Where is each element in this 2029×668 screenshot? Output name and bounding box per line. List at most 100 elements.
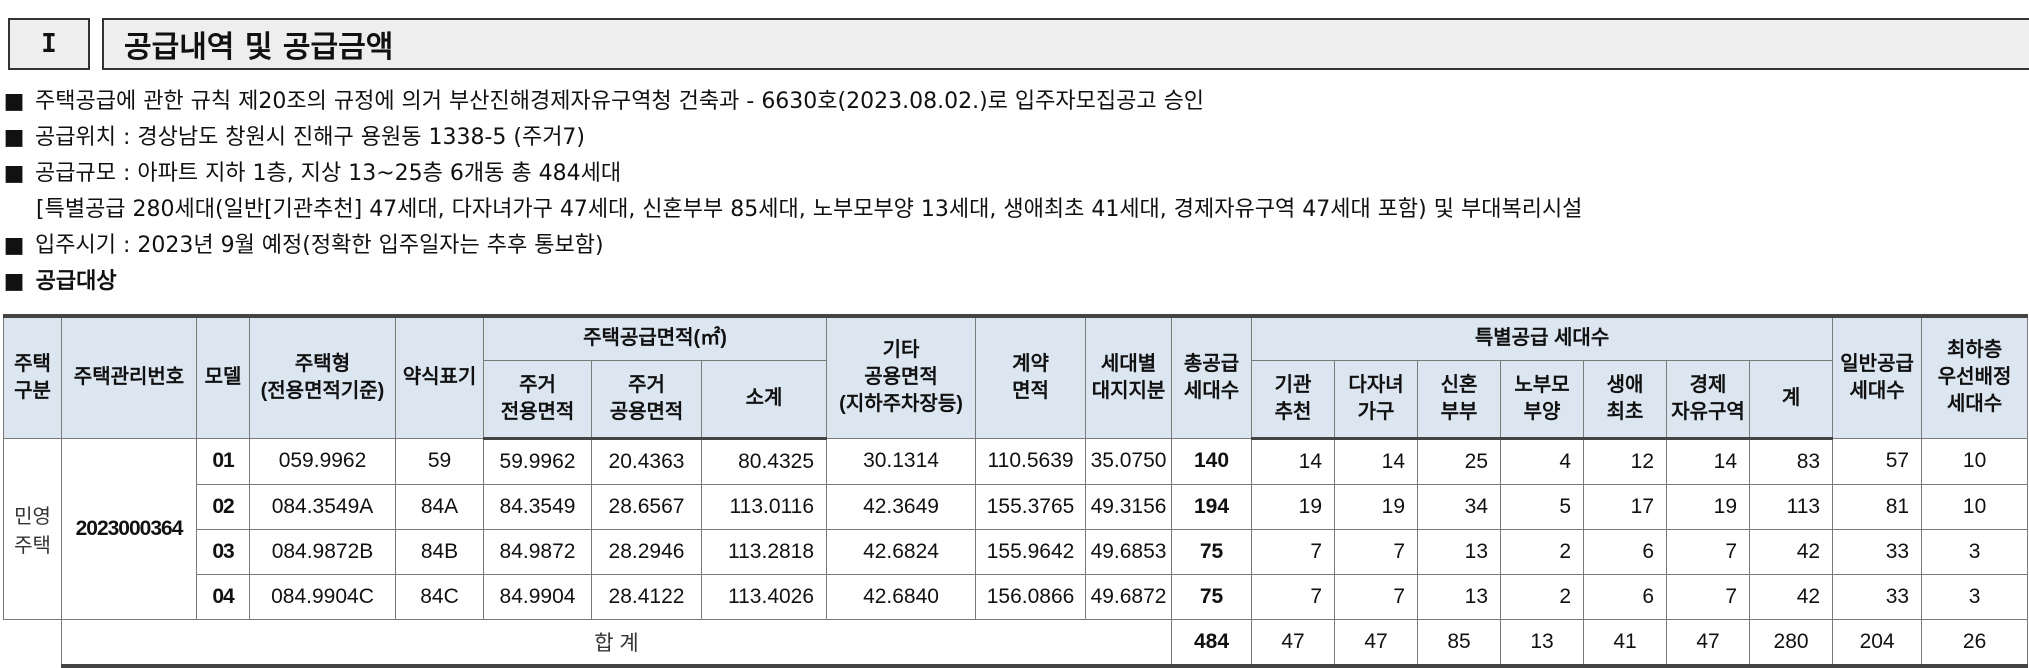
col-type: 주택형 (전용면적기준) <box>249 314 396 439</box>
model-cell: 01 <box>196 437 250 485</box>
col-model: 모델 <box>196 314 250 439</box>
lowest-cell: 10 <box>1921 437 2029 485</box>
bullet-icon: ■ <box>3 89 25 114</box>
col-abbr: 약식표기 <box>395 314 484 439</box>
inst-cell: 19 <box>1251 483 1336 530</box>
table-row: 02 084.3549A 84A 84.3549 28.6567 113.011… <box>4 483 2029 530</box>
totals-label: 합 계 <box>60 618 1173 668</box>
contract-cell: 155.9642 <box>975 528 1087 575</box>
totals-row: 합 계 484 47 47 85 13 41 47 280 204 26 <box>3 618 2029 668</box>
inst-cell: 7 <box>1251 528 1336 575</box>
abbr-cell: 84A <box>395 483 484 530</box>
bullet-icon: ■ <box>3 161 25 186</box>
mgmt-no-cell: 2023000364 <box>61 437 197 620</box>
abbr-cell: 59 <box>395 437 484 485</box>
first-cell: 6 <box>1583 573 1668 620</box>
col-common-area: 주거 공용면적 <box>591 359 702 440</box>
model-cell: 02 <box>196 483 250 530</box>
total-cell: 75 <box>1171 528 1253 575</box>
elder-cell: 2 <box>1500 573 1585 620</box>
total-cell: 484 <box>1171 618 1253 668</box>
col-group-area: 주택공급면적(㎡) <box>482 314 828 361</box>
col-multichild: 다자녀 가구 <box>1334 359 1419 440</box>
type-cell: 059.9962 <box>249 437 396 485</box>
multi-cell: 7 <box>1334 573 1419 620</box>
elder-cell: 13 <box>1500 618 1585 668</box>
abbr-cell: 84C <box>395 573 484 620</box>
excl-cell: 84.9872 <box>483 528 592 575</box>
excl-cell: 59.9962 <box>483 437 592 485</box>
sum-cell: 42 <box>1749 528 1834 575</box>
econ-cell: 47 <box>1666 618 1751 668</box>
other-cell: 42.3649 <box>826 483 977 530</box>
col-total-supply: 총공급 세대수 <box>1171 314 1253 439</box>
comm-cell: 20.4363 <box>591 437 702 485</box>
excl-cell: 84.9904 <box>483 573 592 620</box>
econ-cell: 7 <box>1666 573 1751 620</box>
excl-cell: 84.3549 <box>483 483 592 530</box>
newly-cell: 13 <box>1417 573 1502 620</box>
total-cell: 140 <box>1171 437 1253 485</box>
land-cell: 49.6853 <box>1085 528 1173 575</box>
contract-cell: 156.0866 <box>975 573 1087 620</box>
type-cell: 084.9872B <box>249 528 396 575</box>
elder-cell: 5 <box>1500 483 1585 530</box>
elder-cell: 2 <box>1500 528 1585 575</box>
inst-cell: 14 <box>1251 437 1336 485</box>
col-subtotal: 소계 <box>700 359 828 440</box>
first-cell: 41 <box>1583 618 1668 668</box>
supply-table: 주택 구분 주택관리번호 모델 주택형 (전용면적기준) 약식표기 주택공급면적(㎡… <box>3 314 2029 668</box>
subtotal-cell: 113.0116 <box>700 483 828 530</box>
comm-cell: 28.2946 <box>591 528 702 575</box>
section-title: 공급내역 및 공급금액 <box>102 18 2029 70</box>
first-cell: 17 <box>1583 483 1668 530</box>
sum-cell: 42 <box>1749 573 1834 620</box>
multi-cell: 19 <box>1334 483 1419 530</box>
col-institution: 기관 추천 <box>1251 359 1336 440</box>
notes-list: ■ 주택공급에 관한 규칙 제20조의 규정에 의거 부산진해경제자유구역청 건… <box>0 84 2029 300</box>
newly-cell: 25 <box>1417 437 1502 485</box>
section-header: I 공급내역 및 공급금액 <box>8 18 2029 72</box>
multi-cell: 7 <box>1334 528 1419 575</box>
note-item: ■ 공급규모 : 아파트 지하 1층, 지상 13~25층 6개동 총 484세… <box>0 156 2029 192</box>
table-header: 주택 구분 주택관리번호 모델 주택형 (전용면적기준) 약식표기 주택공급면적(㎡… <box>3 314 2029 440</box>
note-item: ■ 주택공급에 관한 규칙 제20조의 규정에 의거 부산진해경제자유구역청 건… <box>0 84 2029 120</box>
model-cell: 04 <box>196 573 250 620</box>
abbr-cell: 84B <box>395 528 484 575</box>
sum-cell: 113 <box>1749 483 1834 530</box>
general-cell: 33 <box>1832 573 1923 620</box>
general-cell: 57 <box>1832 437 1923 485</box>
sum-cell: 280 <box>1749 618 1834 668</box>
bullet-icon: ■ <box>3 125 25 150</box>
col-group-special: 특별공급 세대수 <box>1251 314 1834 361</box>
target-heading: ■ 공급대상 <box>0 264 2029 300</box>
subtotal-cell: 113.4026 <box>700 573 828 620</box>
type-cell: 084.3549A <box>249 483 396 530</box>
table-row: 민영 주택 2023000364 01 059.9962 59 59.9962 2… <box>3 437 2029 620</box>
other-cell: 30.1314 <box>826 437 977 485</box>
lowest-cell: 10 <box>1921 483 2029 530</box>
col-special-sum: 계 <box>1749 359 1834 440</box>
general-cell: 81 <box>1832 483 1923 530</box>
subtotal-cell: 80.4325 <box>700 437 828 485</box>
other-cell: 42.6840 <box>826 573 977 620</box>
newly-cell: 85 <box>1417 618 1502 668</box>
inst-cell: 7 <box>1251 573 1336 620</box>
lowest-cell: 26 <box>1921 618 2029 668</box>
col-general-supply: 일반공급 세대수 <box>1832 314 1923 439</box>
other-cell: 42.6824 <box>826 528 977 575</box>
col-contract-area: 계약 면적 <box>975 314 1087 439</box>
col-other-area: 기타 공용면적 (지하주차장등) <box>826 314 977 439</box>
note-continuation: [특별공급 280세대(일반[기관추천] 47세대, 다자녀가구 47세대, 신… <box>36 197 1583 222</box>
col-first-life: 생애 최초 <box>1583 359 1668 440</box>
comm-cell: 28.6567 <box>591 483 702 530</box>
col-econ-zone: 경제 자유구역 <box>1666 359 1751 440</box>
contract-cell: 110.5639 <box>975 437 1087 485</box>
general-cell: 33 <box>1832 528 1923 575</box>
multi-cell: 47 <box>1334 618 1419 668</box>
land-cell: 35.0750 <box>1085 437 1173 485</box>
first-cell: 12 <box>1583 437 1668 485</box>
land-cell: 49.3156 <box>1085 483 1173 530</box>
first-cell: 6 <box>1583 528 1668 575</box>
col-lowest-floor: 최하층 우선배정 세대수 <box>1921 314 2029 439</box>
